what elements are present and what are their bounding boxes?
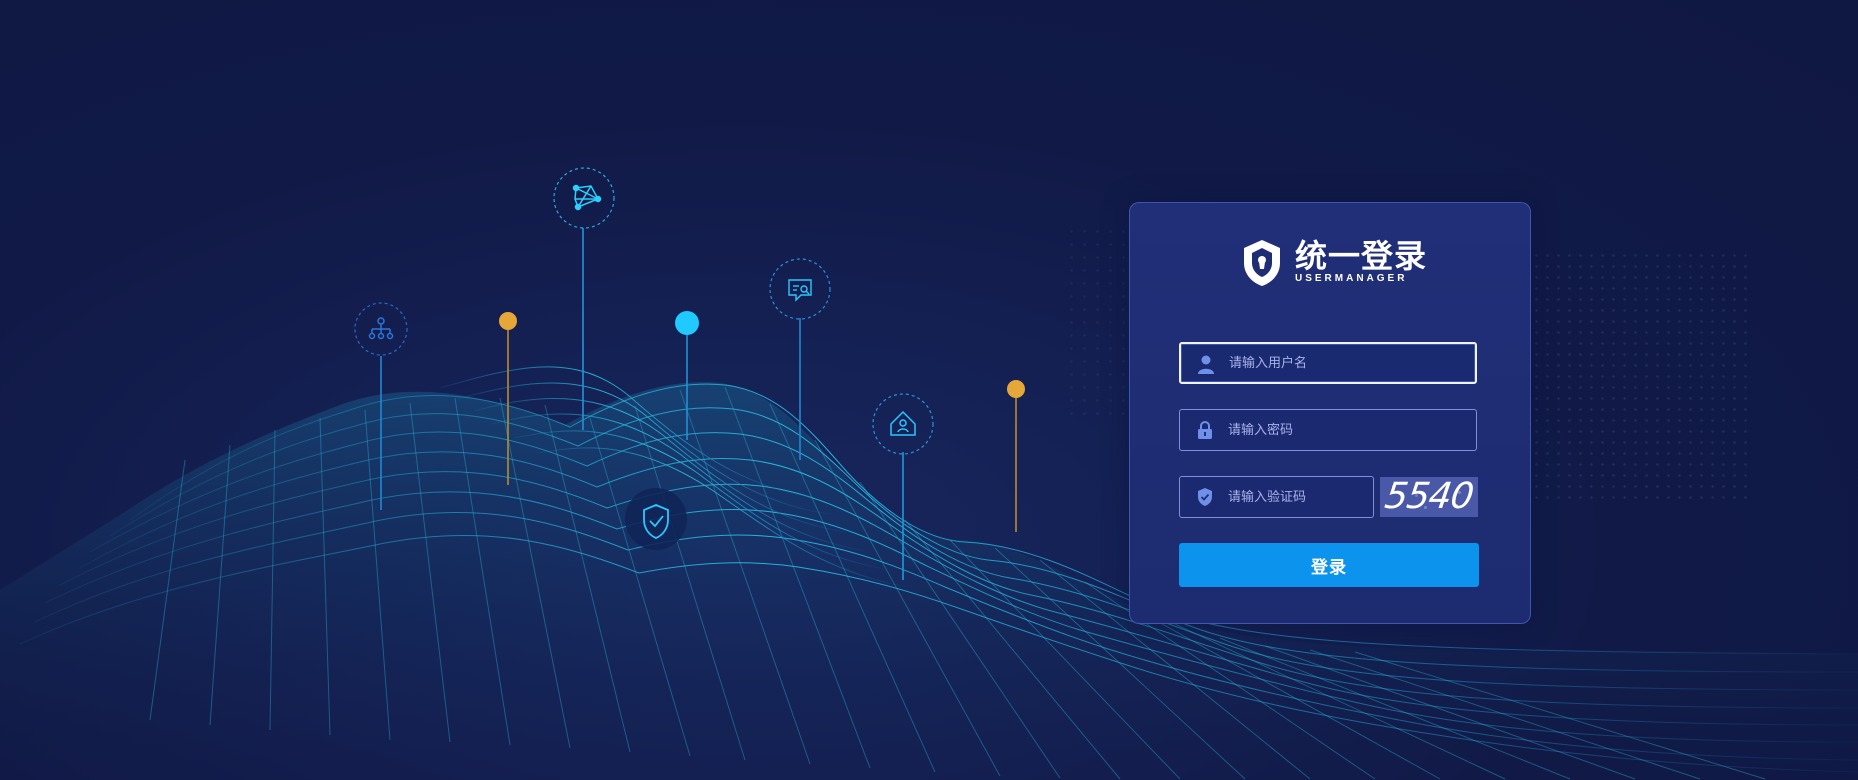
login-card: 统一登录 USERMANAGER 请输入用户名 请输入验证码 5540 登录 — [1129, 202, 1531, 624]
password-input[interactable] — [1228, 410, 1468, 450]
login-page: 统一登录 USERMANAGER 请输入用户名 请输入验证码 5540 登录 — [0, 0, 1858, 780]
brand-header: 统一登录 USERMANAGER — [1239, 238, 1429, 288]
home-user-pin — [872, 393, 934, 580]
gold-pin-1 — [499, 312, 517, 485]
captcha-image[interactable]: 5540 — [1380, 477, 1478, 517]
username-field[interactable] — [1179, 342, 1477, 384]
shield-keyhole-logo-icon — [1244, 240, 1280, 286]
captcha-code: 5540 — [1382, 477, 1476, 517]
captcha-field[interactable] — [1179, 476, 1374, 518]
chat-search-icon — [788, 279, 812, 302]
floating-pin-icons — [354, 167, 1025, 580]
user-icon — [1195, 353, 1217, 375]
shield-pin — [625, 488, 687, 550]
shield-check-icon — [1194, 486, 1216, 508]
graph-network-pin — [553, 167, 615, 430]
chat-search-pin — [769, 258, 831, 460]
username-input[interactable] — [1229, 344, 1467, 382]
login-button[interactable]: 登录 — [1179, 543, 1479, 587]
graph-network-icon — [572, 184, 602, 211]
home-user-icon — [890, 410, 916, 436]
app-subtitle: USERMANAGER — [1295, 273, 1408, 284]
network-tree-pin — [354, 302, 408, 510]
network-tree-icon — [368, 317, 394, 340]
captcha-input[interactable] — [1228, 477, 1365, 517]
password-field[interactable] — [1179, 409, 1477, 451]
lock-icon — [1194, 419, 1216, 441]
cyan-pin — [675, 311, 699, 440]
app-title: 统一登录 — [1295, 237, 1428, 275]
gold-pin-2 — [1007, 380, 1025, 532]
